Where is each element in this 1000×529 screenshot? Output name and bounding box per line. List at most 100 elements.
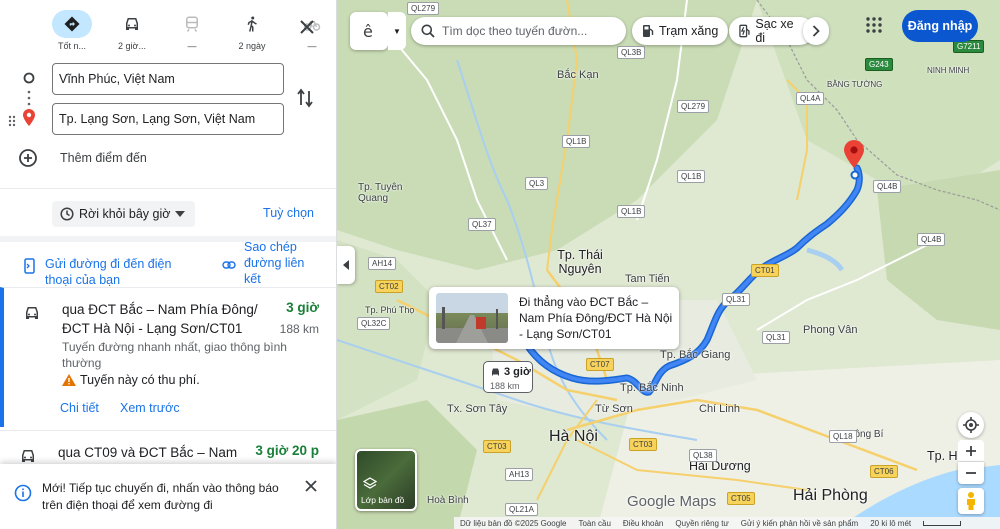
route-step-card[interactable]: Đi thẳng vào ĐCT Bắc – Nam Phía Đông/ĐCT…	[429, 287, 679, 349]
map-layers-button[interactable]: Lớp bản đồ	[355, 449, 417, 511]
road-shield: QL4B	[873, 180, 902, 193]
drag-handle-icon[interactable]	[8, 114, 16, 132]
road-shield: QL21A	[505, 503, 538, 516]
link-icon	[222, 261, 236, 269]
road-shield: AH13	[505, 468, 534, 481]
route-option-1[interactable]: qua ĐCT Bắc – Nam Phía Đông/ ĐCT Hà Nội …	[0, 287, 336, 427]
road-shield: QL279	[677, 100, 710, 113]
ev-charging-icon	[739, 24, 750, 38]
google-apps-button[interactable]	[865, 16, 883, 39]
map-data-credit: Dữ liệu bản đồ ©2025 Google	[460, 518, 567, 528]
my-location-button[interactable]	[958, 412, 984, 438]
place-label: Tx. Sơn Tây	[447, 403, 508, 415]
scale-label[interactable]: 20 ki lô mét	[870, 519, 911, 528]
place-label: Tp. Bắc Giang	[660, 349, 731, 361]
toll-warning-text: Tuyến này có thu phí.	[80, 373, 200, 387]
mode-label: Tốt n...	[57, 41, 86, 51]
route-preview-link[interactable]: Xem trước	[120, 401, 180, 415]
ev-charging-label: Sạc xe đi	[755, 17, 794, 45]
place-label: Chí Linh	[699, 403, 740, 415]
divider	[0, 188, 336, 189]
feedback-link[interactable]: Gửi ý kiến phản hồi về sản phẩm	[741, 519, 858, 528]
mode-transit[interactable]: —	[162, 10, 222, 56]
bubble-duration: 3 giờ	[504, 366, 531, 378]
road-shield: QL38	[689, 449, 717, 462]
place-label: Phong Vân	[803, 324, 858, 336]
send-to-phone-button[interactable]: Gửi đường đi đến điện thoại của bạn	[24, 256, 185, 288]
map-footer: Dữ liệu bản đồ ©2025 Google Toàn cầu Điề…	[454, 517, 1000, 529]
zoom-in-button[interactable]	[958, 440, 984, 462]
place-label: Tp. Tuyên Quang	[358, 182, 403, 204]
privacy-link[interactable]: Quyền riêng tư	[675, 519, 728, 528]
collapse-panel-button[interactable]	[337, 246, 355, 284]
chevron-right-icon	[812, 25, 820, 37]
copy-link-label: Sao chép đường liên kết	[244, 240, 305, 286]
toast-text: Mới! Tiếp tục chuyến đi, nhấn vào thông …	[42, 481, 279, 512]
sign-in-button[interactable]: Đăng nhập	[902, 10, 978, 42]
mode-drive[interactable]: 2 giờ...	[102, 10, 162, 56]
route-description: Tuyến đường nhanh nhất, giao thông bình …	[62, 340, 287, 370]
road-shield: QL1B	[617, 205, 646, 218]
leave-now-dropdown[interactable]: Rời khỏi bây giờ	[52, 201, 196, 227]
route-name: qua ĐCT Bắc – Nam Phía Đông/ ĐCT Hà Nội …	[62, 302, 258, 336]
region-link[interactable]: Toàn cầu	[578, 519, 610, 528]
route-options-link[interactable]: Tuỳ chọn	[263, 206, 314, 220]
minus-icon	[966, 472, 976, 474]
mode-walk[interactable]: 2 ngày	[222, 10, 282, 56]
add-circle-icon	[19, 149, 37, 167]
route-duration-bubble[interactable]: 3 giờ 188 km	[483, 361, 533, 393]
street-view-thumbnail[interactable]	[436, 293, 508, 343]
clock-icon	[60, 207, 74, 221]
route-details-link[interactable]: Chi tiết	[60, 401, 99, 415]
close-directions-button[interactable]	[296, 16, 318, 38]
mode-best[interactable]: Tốt n...	[42, 10, 102, 56]
search-along-route-input[interactable]: Tìm dọc theo tuyến đườn...	[411, 17, 626, 45]
chips-next-button[interactable]	[803, 17, 829, 45]
waypoint-icons	[18, 68, 40, 133]
map-type-selector[interactable]: ê ▼	[350, 12, 406, 50]
walk-icon	[232, 10, 272, 38]
street-view-pegman[interactable]	[958, 488, 984, 514]
caret-down-icon[interactable]: ▼	[388, 12, 406, 50]
place-label: Hà Nội	[549, 428, 598, 445]
place-label: NINH MINH	[927, 66, 970, 75]
terms-link[interactable]: Điều khoản	[623, 519, 663, 528]
phone-icon	[24, 258, 35, 274]
layers-icon	[363, 477, 377, 489]
road-shield: G243	[865, 58, 893, 71]
train-icon	[172, 10, 212, 38]
road-shield: QL3B	[617, 46, 646, 59]
add-destination-button[interactable]: Thêm điểm đến	[18, 148, 147, 168]
best-route-icon	[52, 10, 92, 38]
map-canvas[interactable]: Bắc Kạn Tp. Tuyên Quang Tp. Thái Nguyên …	[337, 0, 1000, 529]
car-icon	[26, 307, 38, 319]
mode-label: —	[307, 41, 317, 51]
origin-field[interactable]: Vĩnh Phúc, Việt Nam	[52, 63, 284, 95]
send-to-phone-label: Gửi đường đi đến điện thoại của bạn	[45, 257, 172, 287]
road-shield: QL3	[525, 177, 549, 190]
close-icon	[300, 20, 314, 34]
road-shield: CT03	[629, 438, 657, 451]
place-label: BẰNG TƯỜNG	[827, 80, 883, 89]
swap-endpoints-button[interactable]	[297, 88, 313, 113]
road-shield: QL279	[407, 2, 440, 15]
caret-left-icon	[343, 260, 349, 270]
route-step-text: Đi thẳng vào ĐCT Bắc – Nam Phía Đông/ĐCT…	[519, 295, 673, 341]
pegman-icon	[967, 492, 975, 510]
layers-label: Lớp bản đồ	[361, 495, 405, 505]
swap-icon	[297, 88, 313, 108]
copy-link-button[interactable]: Sao chép đường liên kết	[222, 240, 314, 287]
road-shield: CT05	[727, 492, 755, 505]
place-label: Hải Phòng	[793, 487, 868, 504]
my-location-icon	[963, 417, 979, 433]
destination-field[interactable]: Tp. Lạng Sơn, Lạng Sơn, Việt Nam	[52, 103, 284, 135]
search-icon	[421, 24, 435, 38]
zoom-out-button[interactable]	[958, 462, 984, 484]
road-shield: QL4B	[917, 233, 946, 246]
gas-station-chip[interactable]: Trạm xăng	[632, 17, 729, 45]
scale-bar	[923, 520, 962, 526]
route-duration: 3 giờ 20 p	[255, 443, 319, 458]
ev-charging-chip[interactable]: Sạc xe đi	[729, 17, 814, 45]
road-shield: CT03	[483, 440, 511, 453]
close-icon[interactable]	[305, 480, 317, 492]
